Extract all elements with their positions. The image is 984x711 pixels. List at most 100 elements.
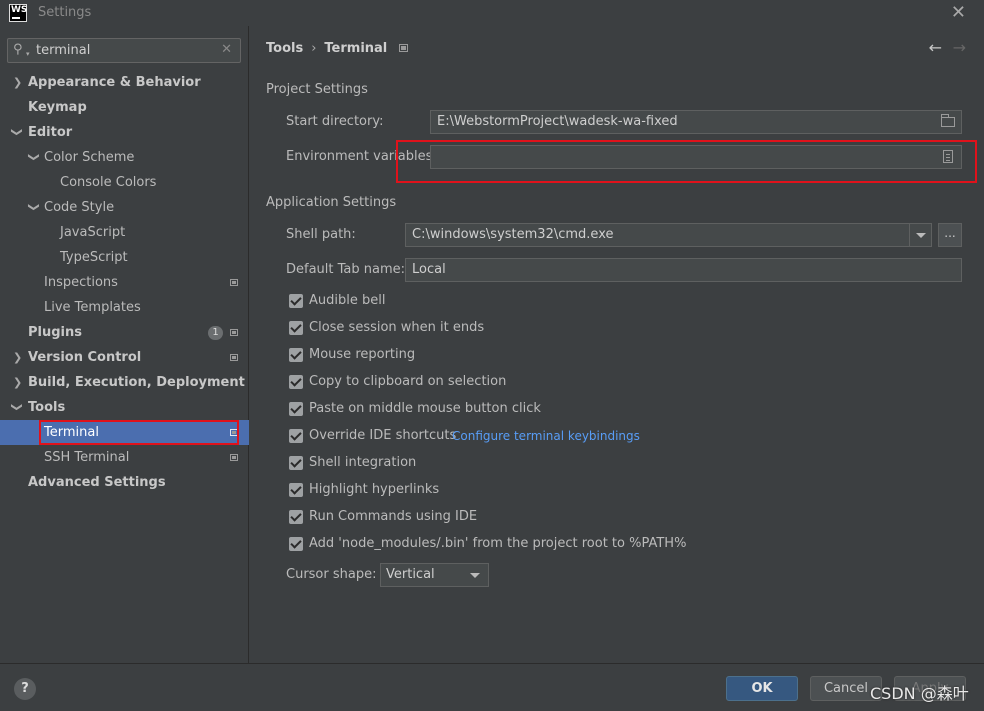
checkbox-label: Add 'node_modules/.bin' from the project… xyxy=(309,536,687,551)
project-scope-icon xyxy=(230,429,238,436)
run-commands-ide-checkbox[interactable] xyxy=(289,510,303,524)
sidebar-item-label: Terminal xyxy=(44,425,99,440)
browse-shell-button[interactable]: ... xyxy=(938,223,962,247)
chevron-down-icon[interactable]: ❯ xyxy=(5,128,30,138)
chevron-down-icon[interactable]: ❯ xyxy=(5,403,30,413)
sidebar-item-label: Live Templates xyxy=(44,300,141,315)
checkbox-label: Mouse reporting xyxy=(309,347,416,362)
sidebar-item-version-control[interactable]: ❯ Version Control xyxy=(0,345,249,370)
highlight-hyperlinks-checkbox[interactable] xyxy=(289,483,303,497)
checkbox-label: Highlight hyperlinks xyxy=(309,482,440,497)
help-button[interactable]: ? xyxy=(14,678,36,700)
cursor-shape-label: Cursor shape: xyxy=(286,567,377,582)
sidebar-item-label: TypeScript xyxy=(60,250,128,265)
project-scope-icon xyxy=(230,279,238,286)
breadcrumb-current: Terminal xyxy=(324,41,388,56)
breadcrumb-parent[interactable]: Tools xyxy=(266,41,303,56)
back-arrow-icon[interactable]: ← xyxy=(929,38,942,57)
project-scope-icon xyxy=(230,329,238,336)
title-bar: WS Settings ✕ xyxy=(0,0,984,26)
ok-button[interactable]: OK xyxy=(726,676,798,701)
sidebar-item-keymap[interactable]: Keymap xyxy=(0,95,249,120)
checkbox-label: Override IDE shortcuts xyxy=(309,428,457,443)
environment-variables-field[interactable] xyxy=(430,145,962,169)
sidebar-item-plugins[interactable]: Plugins 1 xyxy=(0,320,249,345)
sidebar-item-typescript[interactable]: TypeScript xyxy=(0,245,249,270)
search-input[interactable] xyxy=(36,42,216,59)
default-tab-name-field[interactable]: Local xyxy=(405,258,962,282)
checkbox-label: Audible bell xyxy=(309,293,386,308)
cursor-shape-value: Vertical xyxy=(386,567,435,582)
sidebar-item-inspections[interactable]: Inspections xyxy=(0,270,249,295)
sidebar-item-console-colors[interactable]: Console Colors xyxy=(0,170,249,195)
clear-search-icon[interactable]: ✕ xyxy=(221,42,232,57)
sidebar-item-color-scheme[interactable]: ❯ Color Scheme xyxy=(0,145,249,170)
cursor-shape-select[interactable]: Vertical xyxy=(380,563,489,587)
checkbox-label: Run Commands using IDE xyxy=(309,509,478,524)
mouse-reporting-checkbox[interactable] xyxy=(289,348,303,362)
sidebar-item-code-style[interactable]: ❯ Code Style xyxy=(0,195,249,220)
checkbox-label: Copy to clipboard on selection xyxy=(309,374,507,389)
configure-keybindings-link[interactable]: Configure terminal keybindings xyxy=(452,427,640,445)
start-directory-field[interactable]: E:\WebstormProject\wadesk-wa-fixed xyxy=(430,110,962,134)
search-box[interactable]: ⚲ ▾ ✕ xyxy=(7,38,241,63)
add-node-modules-bin-checkbox[interactable] xyxy=(289,537,303,551)
start-directory-value: E:\WebstormProject\wadesk-wa-fixed xyxy=(437,114,678,129)
sidebar-item-terminal[interactable]: Terminal xyxy=(0,420,249,445)
window-title: Settings xyxy=(38,5,92,20)
project-scope-icon xyxy=(230,454,238,461)
project-settings-title: Project Settings xyxy=(266,82,368,97)
sidebar-item-ssh-terminal[interactable]: SSH Terminal xyxy=(0,445,249,470)
sidebar-item-label: Build, Execution, Deployment xyxy=(28,375,245,390)
shell-path-label: Shell path: xyxy=(286,227,356,242)
default-tab-name-value: Local xyxy=(412,262,446,277)
copy-on-selection-checkbox[interactable] xyxy=(289,375,303,389)
default-tab-name-label: Default Tab name: xyxy=(286,262,406,277)
sidebar-item-advanced-settings[interactable]: Advanced Settings xyxy=(0,470,249,495)
chevron-down-icon[interactable] xyxy=(909,224,931,246)
sidebar-item-label: Code Style xyxy=(44,200,115,215)
sidebar-item-editor[interactable]: ❯ Editor xyxy=(0,120,249,145)
checkbox-label: Paste on middle mouse button click xyxy=(309,401,541,416)
settings-content: Tools › Terminal ← → Project Settings Star… xyxy=(250,26,984,663)
sidebar-item-appearance-behavior[interactable]: ❯ Appearance & Behavior xyxy=(0,70,249,95)
search-dropdown-icon[interactable]: ▾ xyxy=(26,50,30,58)
settings-sidebar: ⚲ ▾ ✕ ❯ Appearance & Behavior Keymap ❯ E… xyxy=(0,26,249,663)
chevron-right-icon[interactable]: ❯ xyxy=(13,345,23,370)
sidebar-item-label: Appearance & Behavior xyxy=(28,75,201,90)
chevron-down-icon[interactable]: ❯ xyxy=(22,153,47,163)
sidebar-item-label: Console Colors xyxy=(60,175,157,190)
sidebar-item-live-templates[interactable]: Live Templates xyxy=(0,295,249,320)
sidebar-item-label: Color Scheme xyxy=(44,150,135,165)
folder-icon[interactable] xyxy=(941,114,955,127)
sidebar-item-label: Advanced Settings xyxy=(28,475,166,490)
project-scope-icon xyxy=(399,44,409,52)
chevron-down-icon[interactable]: ❯ xyxy=(22,203,47,213)
logo-text: WS xyxy=(11,5,28,15)
sidebar-item-label: SSH Terminal xyxy=(44,450,130,465)
sidebar-item-build-execution-deployment[interactable]: ❯ Build, Execution, Deployment xyxy=(0,370,249,395)
sidebar-item-tools[interactable]: ❯ Tools xyxy=(0,395,249,420)
webstorm-logo-icon: WS xyxy=(9,4,27,22)
plugins-update-badge: 1 xyxy=(208,326,223,340)
shell-integration-checkbox[interactable] xyxy=(289,456,303,470)
close-icon[interactable]: ✕ xyxy=(951,2,966,23)
project-scope-icon xyxy=(230,354,238,361)
paste-middle-click-checkbox[interactable] xyxy=(289,402,303,416)
sidebar-item-javascript[interactable]: JavaScript xyxy=(0,220,249,245)
forward-arrow-icon[interactable]: → xyxy=(953,38,966,57)
override-ide-shortcuts-checkbox[interactable] xyxy=(289,429,303,443)
watermark: CSDN @森叶 xyxy=(870,684,969,703)
shell-path-combo[interactable]: C:\windows\system32\cmd.exe xyxy=(405,223,932,247)
chevron-right-icon[interactable]: ❯ xyxy=(13,370,23,395)
chevron-right-icon[interactable]: ❯ xyxy=(13,70,23,95)
shell-path-value: C:\windows\system32\cmd.exe xyxy=(412,227,614,242)
breadcrumb-separator-icon: › xyxy=(311,41,317,56)
sidebar-item-label: Plugins xyxy=(28,325,82,340)
application-settings-title: Application Settings xyxy=(266,195,397,210)
edit-variables-icon[interactable] xyxy=(943,150,953,163)
dialog-footer: ? OK Cancel Apply CSDN @森叶 xyxy=(0,663,984,711)
close-session-checkbox[interactable] xyxy=(289,321,303,335)
sidebar-item-label: Editor xyxy=(28,125,73,140)
audible-bell-checkbox[interactable] xyxy=(289,294,303,308)
